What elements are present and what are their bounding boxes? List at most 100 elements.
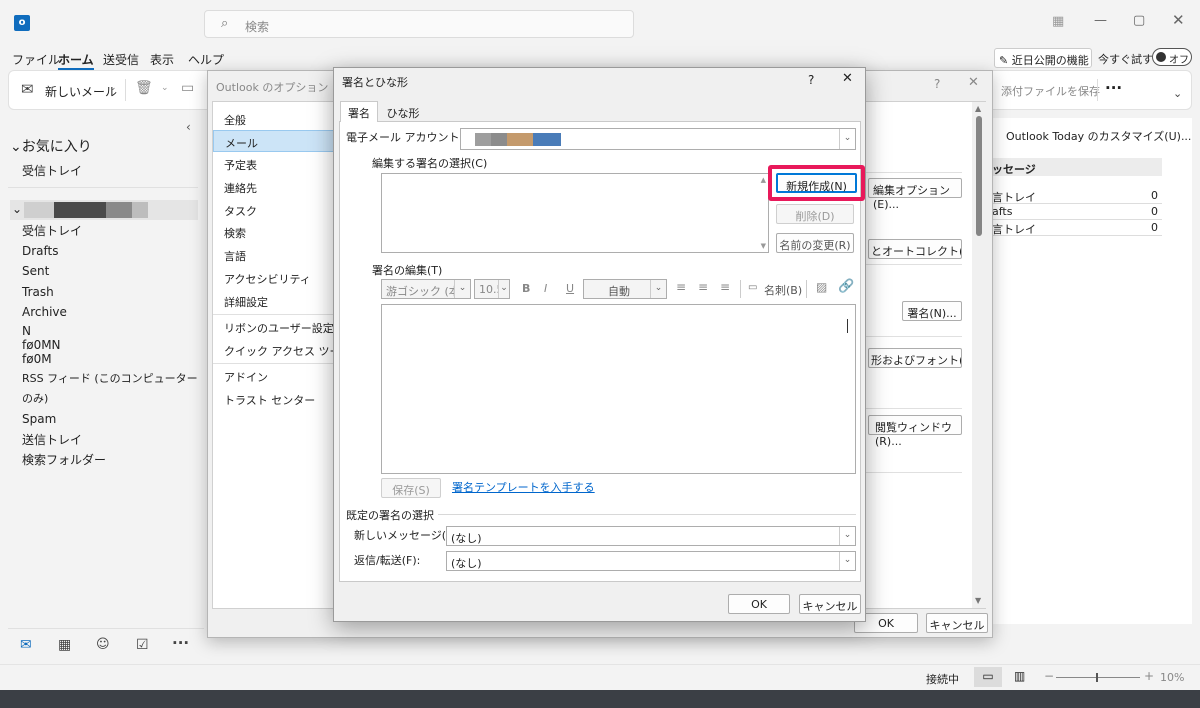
today-row-3[interactable]: 言トレイ 0 bbox=[990, 220, 1162, 236]
normal-view-icon[interactable]: ▭ bbox=[974, 667, 1002, 687]
account-header[interactable]: ⌄ bbox=[10, 200, 198, 220]
font-color-select[interactable]: 自動 ⌄ bbox=[583, 279, 667, 299]
category-customize-ribbon[interactable]: リボンのユーザー設定 bbox=[213, 316, 335, 338]
font-name-select[interactable]: 游ゴシック (本文の ⌄ bbox=[381, 279, 471, 299]
signature-list[interactable]: ▲ ▼ bbox=[381, 173, 769, 253]
editor-options-button[interactable]: 編集オプション(E)... bbox=[868, 178, 962, 211]
align-right-icon[interactable]: ≡ bbox=[720, 280, 730, 294]
favorites-header[interactable]: ⌄お気に入り bbox=[10, 136, 92, 156]
category-mail[interactable]: メール bbox=[213, 130, 335, 152]
maximize-icon[interactable]: ▢ bbox=[1133, 13, 1145, 28]
signature-editor[interactable] bbox=[381, 304, 856, 474]
bold-button[interactable]: B bbox=[522, 282, 530, 295]
new-signature-button[interactable]: 新規作成(N) bbox=[776, 173, 857, 193]
zoom-slider[interactable] bbox=[1056, 677, 1140, 678]
save-signature-button[interactable]: 保存(S) bbox=[381, 478, 441, 498]
delete-icon[interactable]: 🗑 bbox=[135, 80, 153, 96]
zoom-thumb[interactable] bbox=[1096, 673, 1098, 682]
category-advanced[interactable]: 詳細設定 bbox=[213, 290, 335, 312]
favorite-inbox[interactable]: 受信トレイ bbox=[22, 162, 82, 179]
business-card-icon[interactable]: ▭ bbox=[748, 282, 757, 293]
underline-button[interactable]: U bbox=[566, 282, 574, 295]
stationery-fonts-button[interactable]: 形およびフォント(F)... bbox=[868, 348, 962, 368]
font-color-chevron-icon[interactable]: ⌄ bbox=[650, 280, 666, 298]
search-box[interactable]: ⌕ 検索 bbox=[204, 10, 634, 38]
folder-item-drafts[interactable]: Drafts bbox=[22, 241, 202, 261]
folder-item-inbox[interactable]: 受信トレイ bbox=[22, 221, 202, 241]
rename-signature-button[interactable]: 名前の変更(R) bbox=[776, 233, 854, 253]
signature-ok-button[interactable]: OK bbox=[728, 594, 790, 614]
coming-soon-button[interactable]: ✎ 近日公開の機能 bbox=[994, 48, 1092, 68]
folder-item-spam[interactable]: Spam bbox=[22, 409, 202, 429]
folder-item-search-folders[interactable]: 検索フォルダー bbox=[22, 450, 202, 470]
archive-icon[interactable]: ▭ bbox=[181, 80, 194, 96]
category-accessibility[interactable]: アクセシビリティ bbox=[213, 267, 335, 289]
font-size-select[interactable]: 10.5 ⌄ bbox=[474, 279, 510, 299]
help-icon[interactable]: ? bbox=[808, 73, 814, 87]
options-help-icon[interactable]: ? bbox=[934, 77, 940, 91]
today-row-1[interactable]: 言トレイ 0 bbox=[990, 188, 1162, 204]
tab-signature[interactable]: 署名 bbox=[340, 101, 378, 122]
spelling-autocorrect-button[interactable]: とオートコレクト(S)... bbox=[868, 239, 962, 259]
zoom-out-icon[interactable]: − bbox=[1044, 669, 1054, 683]
category-contacts[interactable]: 連絡先 bbox=[213, 176, 335, 198]
folder-item-trash[interactable]: Trash bbox=[22, 282, 202, 302]
new-message-select[interactable]: (なし) ⌄ bbox=[446, 526, 856, 546]
mail-icon[interactable]: ✉ bbox=[20, 637, 32, 653]
account-select-chevron-icon[interactable]: ⌄ bbox=[839, 129, 855, 149]
scroll-down-icon[interactable]: ▼ bbox=[975, 596, 981, 605]
collapse-pane-icon[interactable]: ‹ bbox=[186, 120, 191, 134]
minimize-icon[interactable]: — bbox=[1094, 13, 1107, 28]
collapse-ribbon-icon[interactable]: ⌄ bbox=[1173, 87, 1182, 100]
folder-item-n[interactable]: N bbox=[22, 325, 202, 338]
today-row-2[interactable]: afts 0 bbox=[990, 204, 1162, 220]
tab-file[interactable]: ファイル bbox=[12, 51, 60, 68]
insert-hyperlink-icon[interactable]: 🔗 bbox=[838, 279, 854, 294]
category-language[interactable]: 言語 bbox=[213, 244, 335, 266]
save-attachments-button[interactable]: 添付ファイルを保存 bbox=[1001, 83, 1100, 99]
insert-picture-icon[interactable]: ▨ bbox=[816, 280, 827, 294]
category-tasks[interactable]: タスク bbox=[213, 199, 335, 221]
options-cancel-button[interactable]: キャンセル bbox=[926, 613, 988, 633]
tab-home[interactable]: ホーム bbox=[58, 51, 94, 70]
options-scrollbar[interactable]: ▲ ▼ bbox=[972, 102, 986, 608]
folder-item-f0m[interactable]: fø0M bbox=[22, 352, 202, 366]
people-icon[interactable]: ☺ bbox=[96, 637, 110, 652]
align-left-icon[interactable]: ≡ bbox=[676, 280, 686, 294]
align-center-icon[interactable]: ≡ bbox=[698, 280, 708, 294]
new-mail-dropdown-icon[interactable]: ⌄ bbox=[109, 83, 117, 93]
reply-forward-chevron-icon[interactable]: ⌄ bbox=[839, 552, 855, 570]
reply-forward-select[interactable]: (なし) ⌄ bbox=[446, 551, 856, 571]
signatures-button[interactable]: 署名(N)... bbox=[902, 301, 962, 321]
delete-signature-button[interactable]: 削除(D) bbox=[776, 204, 854, 224]
try-now-toggle[interactable]: オフ bbox=[1152, 48, 1192, 66]
delete-dropdown-icon[interactable]: ⌄ bbox=[161, 83, 169, 93]
more-icon[interactable]: ··· bbox=[172, 634, 189, 652]
scroll-thumb[interactable] bbox=[976, 116, 982, 236]
signature-template-link[interactable]: 署名テンプレートを入手する bbox=[452, 479, 595, 495]
folder-item-archive[interactable]: Archive bbox=[22, 302, 202, 322]
close-dialog-icon[interactable]: ✕ bbox=[842, 71, 853, 86]
tab-view[interactable]: 表示 bbox=[150, 51, 174, 68]
font-name-chevron-icon[interactable]: ⌄ bbox=[454, 280, 470, 298]
signature-cancel-button[interactable]: キャンセル bbox=[799, 594, 861, 614]
category-quick-access[interactable]: クイック アクセス ツール バー bbox=[213, 339, 335, 361]
tab-stationery[interactable]: ひな形 bbox=[380, 103, 426, 121]
category-search[interactable]: 検索 bbox=[213, 221, 335, 243]
category-general[interactable]: 全般 bbox=[213, 108, 335, 130]
list-scroll-up-icon[interactable]: ▲ bbox=[761, 176, 766, 184]
category-calendar[interactable]: 予定表 bbox=[213, 153, 335, 175]
font-size-chevron-icon[interactable]: ⌄ bbox=[498, 280, 509, 298]
business-card-button[interactable]: 名刺(B) bbox=[764, 282, 802, 298]
options-close-icon[interactable]: ✕ bbox=[968, 75, 979, 90]
list-scroll-down-icon[interactable]: ▼ bbox=[761, 242, 766, 250]
category-trust-center[interactable]: トラスト センター bbox=[213, 388, 335, 410]
close-window-icon[interactable]: ✕ bbox=[1172, 11, 1185, 29]
new-mail-button[interactable]: 新しいメール bbox=[45, 83, 117, 100]
new-message-chevron-icon[interactable]: ⌄ bbox=[839, 527, 855, 545]
more-options-icon[interactable]: ··· bbox=[1105, 79, 1122, 97]
apps-grid-icon[interactable]: ▦ bbox=[1052, 14, 1064, 29]
reading-view-icon[interactable]: ▥ bbox=[1014, 669, 1025, 683]
customize-outlook-today[interactable]: Outlook Today のカスタマイズ(U)... bbox=[1006, 128, 1191, 144]
scroll-up-icon[interactable]: ▲ bbox=[975, 104, 981, 113]
